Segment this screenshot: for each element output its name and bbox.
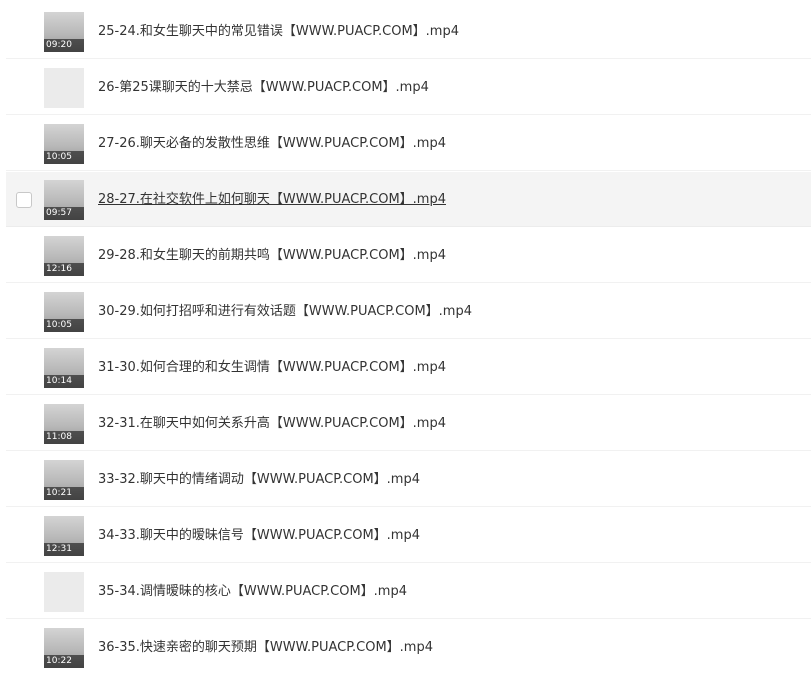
duration-label: 09:20 <box>44 39 84 52</box>
file-name[interactable]: 34-33.聊天中的暧昧信号【WWW.PUACP.COM】.mp4 <box>98 508 420 563</box>
file-name[interactable]: 31-30.如何合理的和女生调情【WWW.PUACP.COM】.mp4 <box>98 340 446 395</box>
file-row-hovered[interactable]: 09:57 28-27.在社交软件上如何聊天【WWW.PUACP.COM】.mp… <box>6 172 811 227</box>
file-name-link[interactable]: 28-27.在社交软件上如何聊天【WWW.PUACP.COM】.mp4 <box>98 172 446 227</box>
file-name[interactable]: 25-24.和女生聊天中的常见错误【WWW.PUACP.COM】.mp4 <box>98 4 459 59</box>
video-thumbnail[interactable]: 10:05 <box>44 292 84 332</box>
file-row[interactable]: 10:14 31-30.如何合理的和女生调情【WWW.PUACP.COM】.mp… <box>6 340 811 395</box>
file-row[interactable]: 12:16 29-28.和女生聊天的前期共鸣【WWW.PUACP.COM】.mp… <box>6 228 811 283</box>
file-row[interactable]: 26-第25课聊天的十大禁忌【WWW.PUACP.COM】.mp4 <box>6 60 811 115</box>
file-row[interactable]: 10:22 36-35.快速亲密的聊天预期【WWW.PUACP.COM】.mp4 <box>6 620 811 673</box>
file-name[interactable]: 30-29.如何打招呼和进行有效话题【WWW.PUACP.COM】.mp4 <box>98 284 472 339</box>
file-name[interactable]: 33-32.聊天中的情绪调动【WWW.PUACP.COM】.mp4 <box>98 452 420 507</box>
file-row[interactable]: 11:08 32-31.在聊天中如何关系升高【WWW.PUACP.COM】.mp… <box>6 396 811 451</box>
file-name[interactable]: 36-35.快速亲密的聊天预期【WWW.PUACP.COM】.mp4 <box>98 620 433 673</box>
file-row[interactable]: 10:05 27-26.聊天必备的发散性思维【WWW.PUACP.COM】.mp… <box>6 116 811 171</box>
video-thumbnail[interactable]: 10:14 <box>44 348 84 388</box>
file-name[interactable]: 35-34.调情暧昧的核心【WWW.PUACP.COM】.mp4 <box>98 564 407 619</box>
duration-label: 12:31 <box>44 543 84 556</box>
blank-thumbnail[interactable] <box>44 572 84 612</box>
file-row[interactable]: 10:21 33-32.聊天中的情绪调动【WWW.PUACP.COM】.mp4 <box>6 452 811 507</box>
duration-label: 10:05 <box>44 151 84 164</box>
duration-label: 12:16 <box>44 263 84 276</box>
select-checkbox[interactable] <box>16 192 32 208</box>
video-thumbnail[interactable]: 09:57 <box>44 180 84 220</box>
file-name[interactable]: 29-28.和女生聊天的前期共鸣【WWW.PUACP.COM】.mp4 <box>98 228 446 283</box>
file-row[interactable]: 12:31 34-33.聊天中的暧昧信号【WWW.PUACP.COM】.mp4 <box>6 508 811 563</box>
file-row[interactable]: 35-34.调情暧昧的核心【WWW.PUACP.COM】.mp4 <box>6 564 811 619</box>
video-thumbnail[interactable]: 11:08 <box>44 404 84 444</box>
file-name[interactable]: 32-31.在聊天中如何关系升高【WWW.PUACP.COM】.mp4 <box>98 396 446 451</box>
duration-label: 10:14 <box>44 375 84 388</box>
blank-thumbnail[interactable] <box>44 68 84 108</box>
video-thumbnail[interactable]: 09:20 <box>44 12 84 52</box>
video-thumbnail[interactable]: 10:21 <box>44 460 84 500</box>
duration-label: 11:08 <box>44 431 84 444</box>
file-name[interactable]: 27-26.聊天必备的发散性思维【WWW.PUACP.COM】.mp4 <box>98 116 446 171</box>
file-list: 09:20 25-24.和女生聊天中的常见错误【WWW.PUACP.COM】.m… <box>0 0 811 673</box>
file-row[interactable]: 09:20 25-24.和女生聊天中的常见错误【WWW.PUACP.COM】.m… <box>6 4 811 59</box>
duration-label: 10:21 <box>44 487 84 500</box>
duration-label: 10:05 <box>44 319 84 332</box>
video-thumbnail[interactable]: 10:05 <box>44 124 84 164</box>
video-thumbnail[interactable]: 12:16 <box>44 236 84 276</box>
video-thumbnail[interactable]: 10:22 <box>44 628 84 668</box>
video-thumbnail[interactable]: 12:31 <box>44 516 84 556</box>
duration-label: 09:57 <box>44 207 84 220</box>
file-name[interactable]: 26-第25课聊天的十大禁忌【WWW.PUACP.COM】.mp4 <box>98 60 429 115</box>
duration-label: 10:22 <box>44 655 84 668</box>
file-row[interactable]: 10:05 30-29.如何打招呼和进行有效话题【WWW.PUACP.COM】.… <box>6 284 811 339</box>
